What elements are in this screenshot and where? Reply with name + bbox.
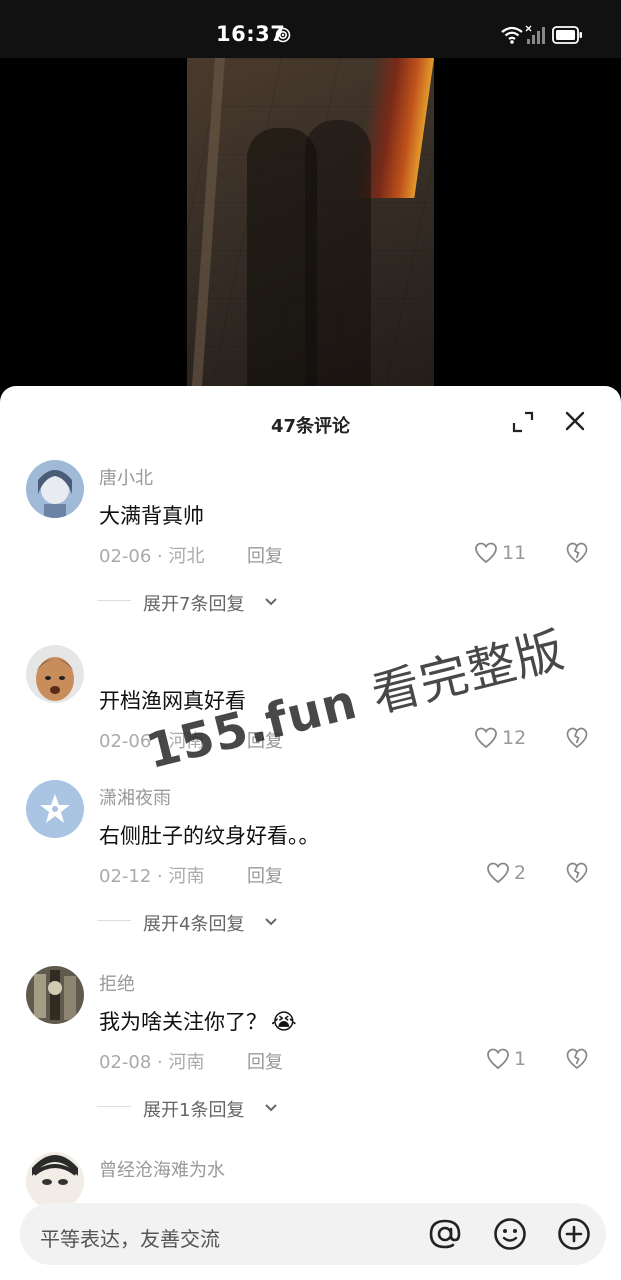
crying-emoji: 😭 (271, 1010, 297, 1035)
comment-author[interactable]: 拒绝 (99, 970, 135, 996)
expand-replies[interactable]: 展开1条回复 (143, 1096, 244, 1122)
video-frame (187, 58, 434, 398)
plus-icon[interactable] (557, 1217, 591, 1251)
comment-text: 我为啥关注你了？ 😭 (99, 1006, 297, 1036)
avatar[interactable] (26, 460, 84, 518)
comment-sheet: 47条评论 唐小北 大满背真帅 02-06 · 河北 回复 11 展开7条回复 … (0, 386, 621, 1280)
heart-icon (487, 862, 509, 884)
broken-heart-icon[interactable] (566, 542, 588, 564)
smile-icon[interactable] (493, 1217, 527, 1251)
reply-button[interactable]: 回复 (247, 862, 283, 888)
comment-text-body: 我为啥关注你了？ (99, 1010, 267, 1034)
at-icon[interactable] (428, 1217, 462, 1251)
input-placeholder: 平等表达，友善交流 (40, 1227, 220, 1251)
comment-input[interactable]: 平等表达，友善交流 (20, 1203, 606, 1265)
heart-icon (487, 1048, 509, 1070)
broken-heart-icon[interactable] (566, 1048, 588, 1070)
chevron-down-icon (265, 918, 277, 926)
heart-icon (475, 542, 497, 564)
expand-divider (97, 920, 131, 921)
like-count: 12 (502, 727, 527, 749)
comment-author[interactable]: 曾经沧海难为水 (99, 1156, 225, 1182)
like-count: 11 (502, 542, 527, 564)
reply-button[interactable]: 回复 (247, 542, 283, 568)
expand-icon[interactable] (512, 411, 534, 433)
comment-author[interactable]: 唐小北 (99, 464, 153, 490)
expand-divider (97, 1106, 131, 1107)
like-count: 1 (514, 1048, 527, 1070)
status-bar: 16:37 (0, 0, 621, 58)
wifi-icon (501, 26, 523, 44)
reply-button[interactable]: 回复 (247, 1048, 283, 1074)
expand-replies[interactable]: 展开7条回复 (143, 590, 244, 616)
expand-divider (97, 600, 131, 601)
chevron-down-icon (265, 598, 277, 606)
like-button[interactable]: 11 (474, 542, 534, 566)
battery-icon (552, 26, 582, 44)
broken-heart-icon[interactable] (566, 862, 588, 884)
comment-date: 02-12 · 河南 (99, 866, 205, 887)
shadow-figure-right (305, 120, 371, 398)
like-button[interactable]: 12 (474, 727, 534, 751)
heart-icon (475, 727, 497, 749)
chevron-down-icon (265, 1104, 277, 1112)
sheet-header: 47条评论 (0, 386, 621, 458)
comment-text: 大满背真帅 (99, 504, 204, 528)
expand-replies[interactable]: 展开4条回复 (143, 910, 244, 936)
like-button[interactable]: 1 (486, 1048, 534, 1072)
avatar[interactable] (26, 966, 84, 1024)
comment-author[interactable]: 潇湘夜雨 (99, 784, 171, 810)
like-button[interactable]: 2 (486, 862, 534, 886)
watermark-text: 看完整版 (366, 622, 571, 724)
broken-heart-icon[interactable] (566, 727, 588, 749)
avatar[interactable] (26, 1152, 84, 1210)
hotspot-icon (275, 27, 291, 43)
close-icon[interactable] (565, 411, 585, 431)
comment-date: 02-08 · 河南 (99, 1052, 205, 1073)
comment-date: 02-06 · 河北 (99, 546, 205, 567)
video-player[interactable] (0, 58, 621, 398)
like-count: 2 (514, 862, 527, 884)
avatar[interactable] (26, 780, 84, 838)
avatar[interactable] (26, 645, 84, 703)
comment-text: 右侧肚子的纹身好看。。 (99, 824, 320, 848)
signal-icon (525, 25, 545, 44)
